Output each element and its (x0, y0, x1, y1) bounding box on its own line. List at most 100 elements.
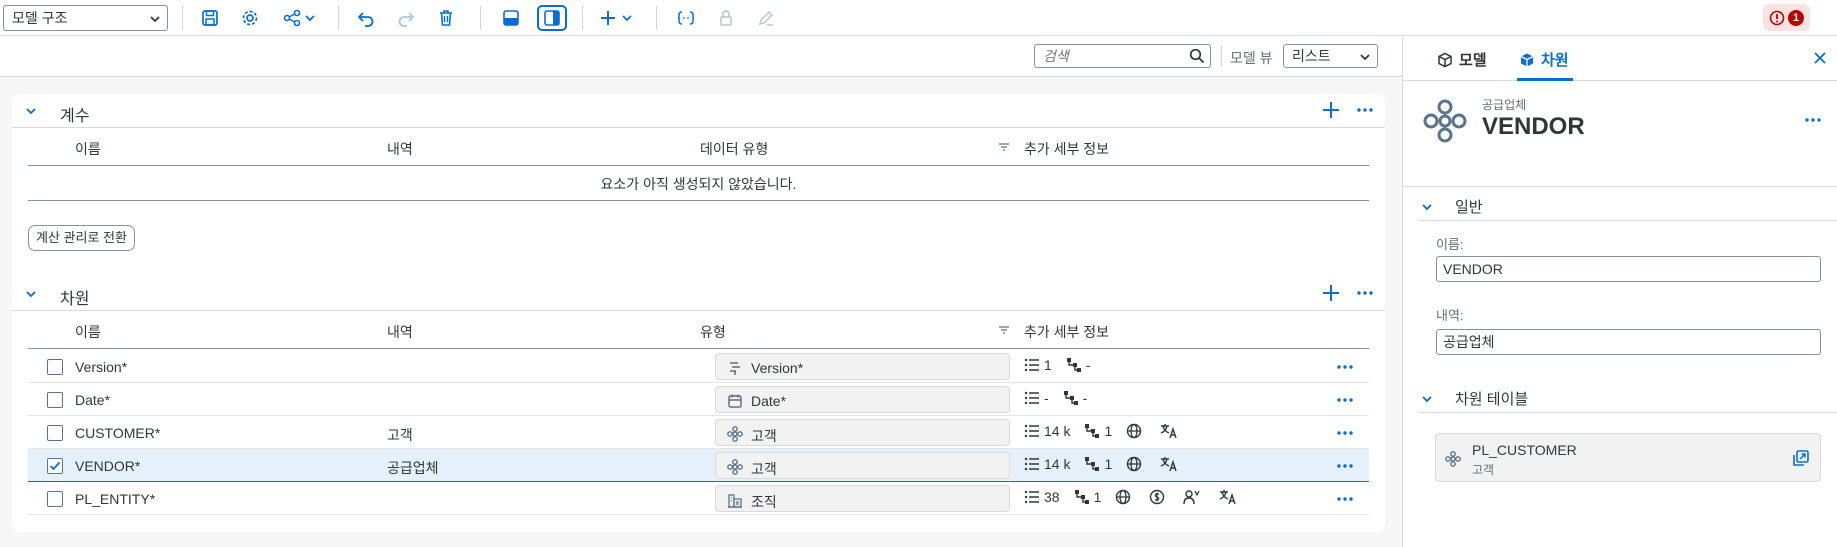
members-list-icon (1024, 391, 1039, 405)
row-more-icon[interactable] (1335, 357, 1355, 377)
sort-icon[interactable] (998, 325, 1010, 335)
close-icon[interactable] (1813, 51, 1827, 65)
formula-icon[interactable] (673, 6, 699, 30)
more-icon[interactable] (1355, 100, 1375, 120)
hierarchy-count: 1 (1093, 489, 1102, 505)
search-bar: 모델 뷰 리스트 (0, 37, 1402, 77)
settings-icon[interactable] (237, 6, 263, 30)
sort-icon[interactable] (998, 142, 1010, 152)
chevron-down-icon (1359, 51, 1371, 63)
error-badge[interactable]: 1 (1763, 4, 1810, 31)
toolbar-separator (182, 6, 183, 30)
chevron-down-icon[interactable] (25, 105, 37, 117)
additional-details: 1 - (1024, 357, 1104, 373)
hierarchy-icon (1074, 490, 1089, 504)
table-row[interactable]: PL_ENTITY* 조직 38 1 (28, 482, 1369, 515)
currency-icon (1150, 489, 1165, 505)
more-icon[interactable] (1355, 283, 1375, 303)
generic-dimension-icon (727, 426, 743, 442)
switch-to-calculations-button[interactable]: 계산 관리로 전환 (28, 225, 135, 251)
member-count: 38 (1044, 489, 1060, 505)
bottom-panel-toggle-icon[interactable] (498, 6, 524, 30)
members-list-icon (1024, 457, 1039, 471)
column-header-type: 유형 (700, 324, 726, 340)
search-field[interactable] (1034, 44, 1211, 68)
tab-model[interactable]: 모델 (1437, 49, 1487, 70)
cube-icon (1520, 53, 1534, 66)
dimensions-header: 차원 (12, 277, 1385, 311)
globe-icon (1116, 489, 1131, 505)
toolbar-separator (656, 6, 657, 30)
dimension-tables-section-header[interactable]: 차원 테이블 (1418, 383, 1837, 413)
more-icon[interactable] (1803, 110, 1823, 130)
toolbar: 모델 구조 1 (0, 0, 1837, 36)
row-checkbox[interactable] (47, 491, 63, 507)
search-icon[interactable] (1189, 48, 1205, 64)
share-icon[interactable] (280, 6, 320, 30)
dimension-description: 공급업체 (387, 460, 439, 476)
name-field[interactable]: VENDOR (1436, 256, 1821, 282)
model-view-dropdown[interactable]: 리스트 (1283, 44, 1378, 68)
dimension-tables-title: 차원 테이블 (1455, 391, 1529, 408)
dimension-table-item[interactable]: PL_CUSTOMER 고객 (1435, 433, 1821, 482)
row-checkbox[interactable] (47, 425, 63, 441)
edit-icon (753, 6, 779, 30)
delete-icon[interactable] (433, 6, 459, 30)
row-more-icon[interactable] (1335, 390, 1355, 410)
search-input[interactable] (1035, 45, 1175, 67)
dimension-type-label: Version* (751, 360, 804, 376)
row-more-icon[interactable] (1335, 489, 1355, 509)
dimension-name: VENDOR* (75, 458, 141, 474)
undo-icon[interactable] (353, 6, 379, 30)
separator (1221, 46, 1222, 66)
hierarchy-count: - (1085, 357, 1091, 373)
add-menu-icon[interactable] (597, 6, 639, 30)
row-checkbox[interactable] (47, 359, 63, 375)
additional-details: 38 1 (1024, 489, 1255, 505)
column-header-name: 이름 (75, 324, 101, 340)
dimension-header: 공급업체 VENDOR (1403, 82, 1837, 187)
model-structure-area: 모델 뷰 리스트 계수 이름 내역 데이터 유형 (0, 37, 1402, 547)
version-icon (727, 360, 743, 376)
row-more-icon[interactable] (1335, 456, 1355, 476)
table-row[interactable]: Version* Version* 1 - (28, 350, 1369, 383)
table-row[interactable]: Date* Date* - - (28, 383, 1369, 416)
hierarchy-count: - (1082, 390, 1088, 406)
table-row[interactable]: CUSTOMER* 고객 고객 14 k 1 (28, 416, 1369, 449)
column-header-data-type: 데이터 유형 (700, 141, 769, 157)
side-panel-toggle-icon[interactable] (537, 5, 567, 31)
dimensions-grid-header: 이름 내역 유형 추가 세부 정보 (28, 311, 1369, 349)
column-header-description: 내역 (387, 324, 413, 340)
dimension-type-label: 고객 (751, 461, 777, 477)
hierarchy-count: 1 (1104, 423, 1113, 439)
general-section-header[interactable]: 일반 (1418, 191, 1837, 221)
additional-details: 14 k 1 (1024, 423, 1196, 439)
member-count: 14 k (1044, 456, 1071, 472)
dimension-type: Version* (715, 353, 1010, 380)
save-icon[interactable] (197, 6, 223, 30)
add-measure-icon[interactable] (1321, 100, 1341, 120)
organization-icon (727, 492, 743, 508)
table-row-selected[interactable]: VENDOR* 공급업체 고객 14 k 1 (28, 449, 1369, 482)
row-checkbox[interactable] (47, 392, 63, 408)
model-view-select[interactable]: 모델 구조 (3, 5, 168, 31)
additional-details: 14 k 1 (1024, 456, 1196, 472)
active-tab-indicator (1517, 78, 1573, 81)
chevron-down-icon[interactable] (1421, 201, 1433, 213)
dimension-type: 고객 (715, 419, 1010, 446)
translation-icon (1160, 424, 1177, 439)
members-list-icon (1024, 424, 1039, 438)
chevron-down-icon[interactable] (1421, 393, 1433, 405)
add-dimension-icon[interactable] (1321, 283, 1341, 303)
open-in-new-icon[interactable] (1792, 449, 1810, 467)
chevron-down-icon[interactable] (25, 288, 37, 300)
description-field[interactable]: 공급업체 (1436, 329, 1821, 355)
dimension-description: 고객 (387, 427, 413, 443)
row-more-icon[interactable] (1335, 423, 1355, 443)
row-checkbox-checked[interactable] (47, 458, 63, 474)
measures-grid-header: 이름 내역 데이터 유형 추가 세부 정보 (28, 128, 1369, 166)
measures-title: 계수 (60, 108, 90, 125)
member-count: 14 k (1044, 423, 1071, 439)
tab-dimension[interactable]: 차원 (1519, 49, 1569, 70)
translation-icon (1220, 490, 1237, 505)
